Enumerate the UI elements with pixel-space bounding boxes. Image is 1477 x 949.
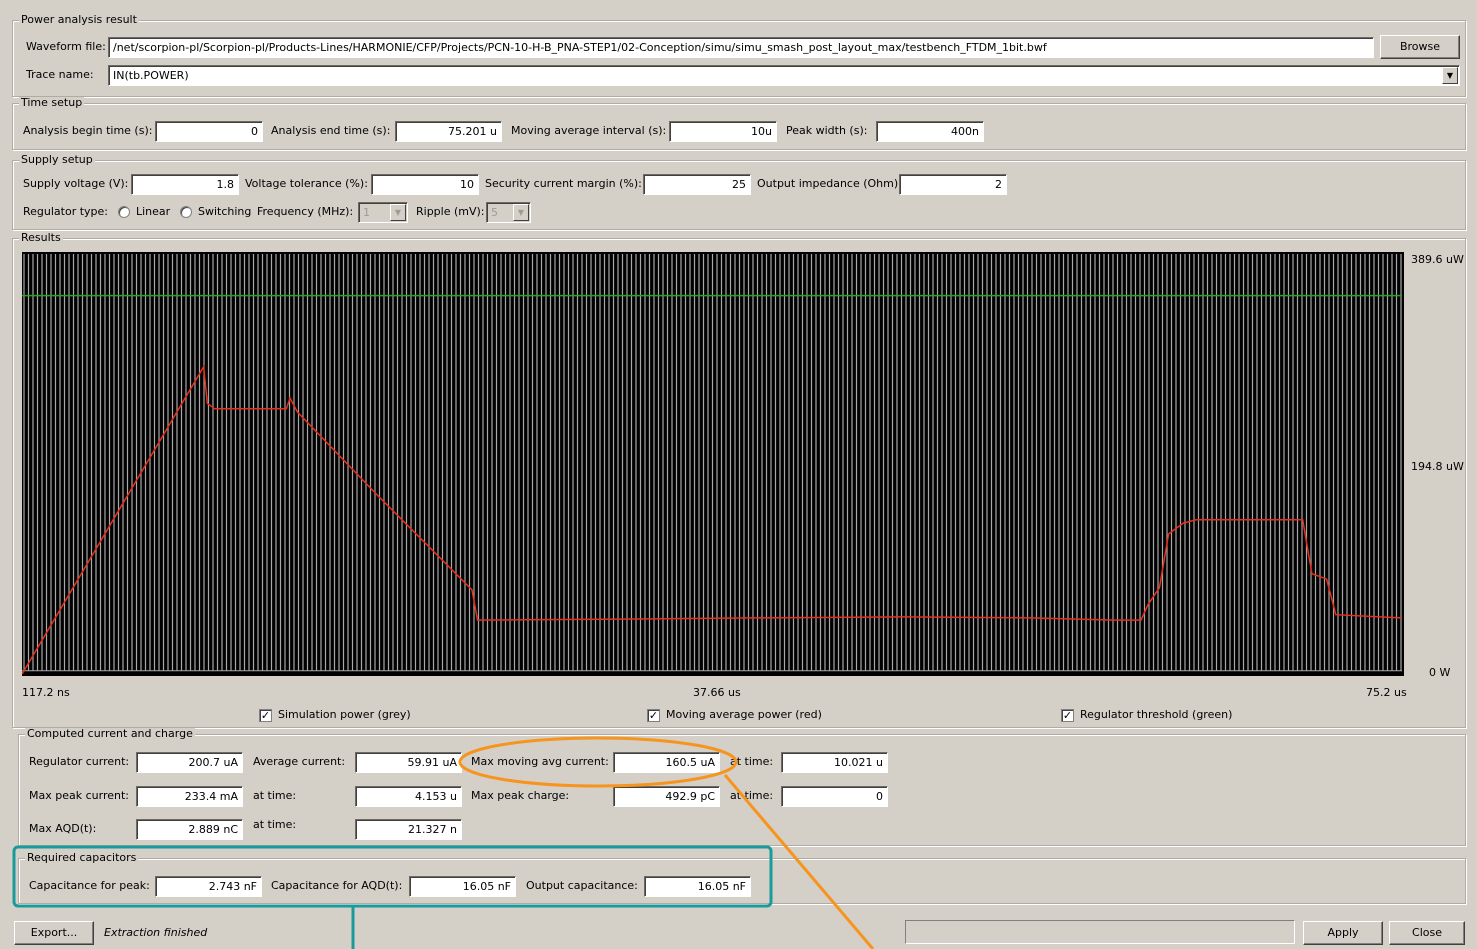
progress-box bbox=[905, 920, 1295, 944]
capacitance-peak-label: Capacitance for peak: bbox=[29, 879, 150, 892]
regulator-threshold-label[interactable]: Regulator threshold (green) bbox=[1080, 708, 1232, 722]
trace-name-select[interactable]: IN(tb.POWER) bbox=[108, 65, 1460, 86]
end-time-label: Analysis end time (s): bbox=[271, 124, 391, 137]
max-peak-current-value: 233.4 mA bbox=[136, 786, 243, 807]
supply-voltage-input[interactable]: 1.8 bbox=[131, 174, 239, 195]
output-capacitance-label: Output capacitance: bbox=[526, 879, 638, 892]
moving-average-cb-label[interactable]: Moving average power (red) bbox=[666, 708, 822, 722]
y-axis-mid-label: 194.8 uW bbox=[1411, 460, 1464, 473]
switching-radio-label[interactable]: Switching bbox=[198, 205, 251, 219]
simulation-power-spikes bbox=[23, 254, 1402, 671]
max-aqd-value: 2.889 nC bbox=[136, 819, 243, 840]
status-text: Extraction finished bbox=[104, 926, 208, 939]
begin-time-input[interactable]: 0 bbox=[155, 121, 263, 142]
moving-average-label: Moving average interval (s): bbox=[511, 124, 667, 137]
frequency-label: Frequency (MHz): bbox=[257, 205, 354, 218]
linear-radio-label[interactable]: Linear bbox=[136, 205, 170, 219]
computed-legend: Computed current and charge bbox=[25, 727, 195, 740]
max-peak-charge-label: Max peak charge: bbox=[471, 789, 570, 802]
capacitance-peak-value: 2.743 nF bbox=[155, 876, 262, 897]
voltage-tolerance-label: Voltage tolerance (%): bbox=[245, 177, 368, 190]
at-time-value-4: 21.327 n bbox=[355, 819, 462, 840]
at-time-value-3: 0 bbox=[781, 786, 888, 807]
apply-button[interactable]: Apply bbox=[1303, 921, 1383, 945]
close-button[interactable]: Close bbox=[1389, 921, 1465, 945]
output-impedance-input[interactable]: 2 bbox=[899, 174, 1007, 195]
peak-width-label: Peak width (s): bbox=[786, 124, 868, 137]
output-capacitance-value: 16.05 nF bbox=[644, 876, 751, 897]
peak-width-input[interactable]: 400n bbox=[876, 121, 984, 142]
max-peak-charge-value: 492.9 pC bbox=[613, 786, 720, 807]
voltage-tolerance-input[interactable]: 10 bbox=[371, 174, 479, 195]
simulation-power-label[interactable]: Simulation power (grey) bbox=[278, 708, 411, 722]
x-axis-mid-label: 37.66 us bbox=[693, 686, 741, 699]
max-aqd-label: Max AQD(t): bbox=[29, 822, 97, 835]
capacitance-aqd-value: 16.05 nF bbox=[409, 876, 516, 897]
time-setup-legend: Time setup bbox=[19, 96, 85, 109]
required-capacitors-legend: Required capacitors bbox=[25, 851, 139, 864]
moving-average-checkbox[interactable]: ✓ bbox=[647, 709, 660, 722]
average-current-value: 59.91 uA bbox=[355, 752, 462, 773]
switching-radio[interactable] bbox=[180, 206, 192, 218]
trace-dropdown-chevron-icon[interactable]: ▼ bbox=[1442, 67, 1458, 84]
at-time-label-1: at time: bbox=[730, 755, 774, 768]
x-axis-start-label: 117.2 ns bbox=[22, 686, 70, 699]
regulator-current-label: Regulator current: bbox=[29, 755, 130, 768]
results-legend: Results bbox=[19, 231, 63, 244]
max-moving-avg-label: Max moving avg current: bbox=[471, 755, 609, 768]
browse-button[interactable]: Browse bbox=[1380, 35, 1460, 59]
moving-average-input[interactable]: 10u bbox=[669, 121, 777, 142]
at-time-label-2: at time: bbox=[253, 789, 297, 802]
supply-setup-legend: Supply setup bbox=[19, 153, 95, 166]
output-impedance-label: Output impedance (Ohm): bbox=[757, 177, 902, 190]
regulator-threshold-checkbox[interactable]: ✓ bbox=[1061, 709, 1074, 722]
regulator-type-label: Regulator type: bbox=[23, 205, 109, 218]
x-axis-end-label: 75.2 us bbox=[1366, 686, 1407, 699]
ripple-label: Ripple (mV): bbox=[416, 205, 485, 218]
y-axis-max-label: 389.6 uW bbox=[1411, 253, 1464, 266]
security-margin-label: Security current margin (%): bbox=[485, 177, 642, 190]
power-analysis-legend: Power analysis result bbox=[19, 13, 139, 26]
linear-radio[interactable] bbox=[118, 206, 130, 218]
power-chart bbox=[22, 252, 1404, 676]
max-peak-current-label: Max peak current: bbox=[29, 789, 129, 802]
simulation-power-checkbox[interactable]: ✓ bbox=[259, 709, 272, 722]
at-time-label-4: at time: bbox=[253, 818, 297, 831]
security-margin-input[interactable]: 25 bbox=[643, 174, 751, 195]
ripple-chevron-down-icon[interactable]: ▼ bbox=[513, 204, 529, 221]
waveform-file-input[interactable]: /net/scorpion-pl/Scorpion-pl/Products-Li… bbox=[108, 37, 1374, 58]
end-time-input[interactable]: 75.201 u bbox=[395, 121, 502, 142]
at-time-label-3: at time: bbox=[730, 789, 774, 802]
average-current-label: Average current: bbox=[253, 755, 346, 768]
export-button[interactable]: Export... bbox=[14, 921, 94, 945]
frequency-chevron-down-icon[interactable]: ▼ bbox=[390, 204, 406, 221]
at-time-value-1: 10.021 u bbox=[781, 752, 888, 773]
waveform-file-label: Waveform file: bbox=[26, 40, 106, 53]
begin-time-label: Analysis begin time (s): bbox=[23, 124, 153, 137]
capacitance-aqd-label: Capacitance for AQD(t): bbox=[271, 879, 403, 892]
regulator-current-value: 200.7 uA bbox=[136, 752, 243, 773]
y-axis-min-label: 0 W bbox=[1429, 666, 1451, 679]
at-time-value-2: 4.153 u bbox=[355, 786, 462, 807]
max-moving-avg-value: 160.5 uA bbox=[613, 752, 720, 773]
supply-voltage-label: Supply voltage (V): bbox=[23, 177, 129, 190]
trace-name-label: Trace name: bbox=[26, 68, 94, 81]
